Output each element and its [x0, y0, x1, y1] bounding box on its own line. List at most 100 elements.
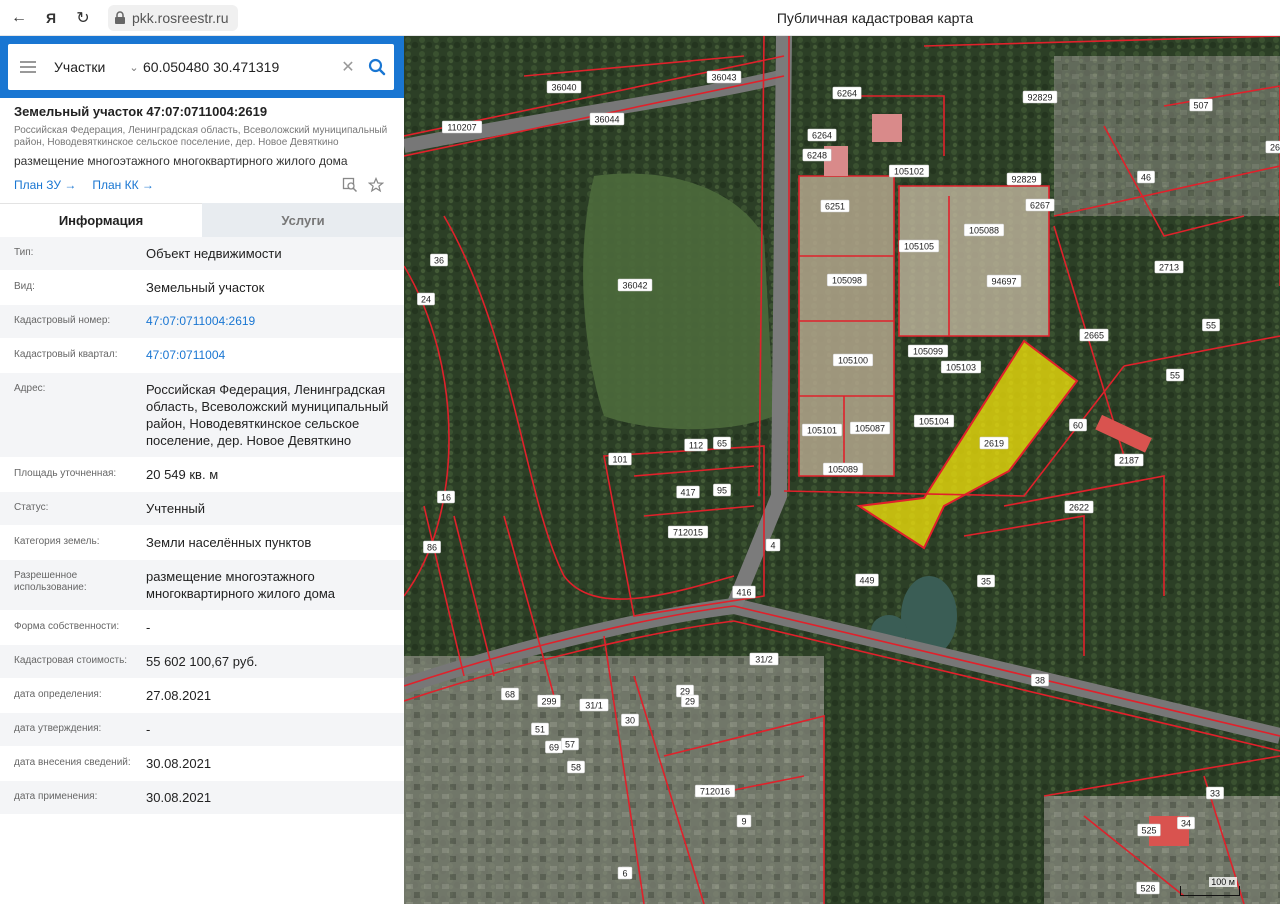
category-select[interactable]: Участки ⌄	[48, 59, 143, 75]
clear-icon[interactable]: ✕	[336, 57, 360, 77]
tab-services[interactable]: Услуги	[202, 203, 404, 237]
plan-kk-link[interactable]: План КК →	[92, 178, 154, 192]
parcel-label[interactable]: 417	[676, 485, 700, 499]
yandex-logo-icon[interactable]: Я	[40, 7, 62, 29]
svg-text:712016: 712016	[700, 787, 730, 797]
svg-text:6248: 6248	[807, 151, 827, 161]
parcel-label[interactable]: 526	[1136, 881, 1160, 895]
star-icon[interactable]	[368, 177, 384, 193]
parcel-label[interactable]: 24	[417, 292, 435, 306]
attribute-value-link[interactable]: 47:07:0711004	[146, 339, 390, 372]
parcel-label[interactable]: 712015	[667, 525, 709, 539]
parcel-label[interactable]: 33	[1206, 786, 1224, 800]
cadastral-map[interactable]: 36043 36040 6264 92829 507 110207 36044 6264 624…	[404, 36, 1280, 904]
search-box: Участки ⌄ 60.050480 30.471319 ✕	[8, 44, 394, 90]
parcel-label[interactable]: 105088	[963, 223, 1005, 237]
zoom-to-object-icon[interactable]	[342, 177, 358, 193]
parcel-label[interactable]: 4	[765, 538, 781, 552]
parcel-label[interactable]: 36042	[617, 278, 653, 292]
plan-zu-link[interactable]: План ЗУ →	[14, 178, 76, 192]
parcel-label[interactable]: 712016	[694, 784, 736, 798]
parcel-label[interactable]: 416	[732, 585, 756, 599]
parcel-label[interactable]: 2187	[1114, 453, 1144, 467]
parcel-label[interactable]: 92829	[1022, 90, 1058, 104]
parcel-label[interactable]: 6	[617, 866, 633, 880]
parcel-label[interactable]: 525	[1137, 823, 1161, 837]
parcel-label[interactable]: 6267	[1025, 198, 1055, 212]
parcel-label[interactable]: 69	[545, 740, 563, 754]
parcel-label[interactable]: 6248	[802, 148, 832, 162]
reload-icon[interactable]: ↻	[72, 7, 94, 29]
parcel-label[interactable]: 58	[567, 760, 585, 774]
parcel-label[interactable]: 101	[608, 452, 632, 466]
parcel-label[interactable]: 507	[1189, 98, 1213, 112]
parcel-label[interactable]: 34	[1177, 816, 1195, 830]
attribute-value: Земельный участок	[146, 280, 265, 295]
parcel-label[interactable]: 94697	[986, 274, 1022, 288]
parcel-label[interactable]: 2622	[1064, 500, 1094, 514]
parcel-label[interactable]: 105102	[888, 164, 930, 178]
parcel-label[interactable]: 35	[977, 574, 995, 588]
parcel-label[interactable]: 105101	[801, 423, 843, 437]
parcel-label[interactable]: 55	[1166, 368, 1184, 382]
search-button[interactable]	[360, 44, 394, 90]
parcel-label[interactable]: 36	[430, 253, 448, 267]
attribute-value: Земли населённых пунктов	[146, 535, 312, 550]
parcel-label[interactable]: 36044	[589, 112, 625, 126]
svg-text:92829: 92829	[1027, 93, 1052, 103]
parcel-label[interactable]: 86	[423, 540, 441, 554]
parcel-label[interactable]: 16	[437, 490, 455, 504]
parcel-label[interactable]: 299	[537, 694, 561, 708]
search-bar: Участки ⌄ 60.050480 30.471319 ✕ ❮	[0, 36, 404, 98]
parcel-label[interactable]: 30	[621, 713, 639, 727]
parcel-label[interactable]: 46	[1137, 170, 1155, 184]
parcel-label[interactable]: 105098	[826, 273, 868, 287]
parcel-label[interactable]: 110207	[441, 120, 483, 134]
parcel-label[interactable]: 105099	[907, 344, 949, 358]
parcel-label[interactable]: 95	[713, 483, 731, 497]
parcel-label[interactable]: 51	[531, 722, 549, 736]
parcel-label[interactable]: 31/2	[749, 652, 779, 666]
back-arrow-icon[interactable]: ←	[8, 7, 30, 29]
parcel-label[interactable]: 57	[561, 737, 579, 751]
tab-info[interactable]: Информация	[0, 203, 202, 237]
parcel-label[interactable]: 31/1	[579, 698, 609, 712]
parcel-label[interactable]: 105105	[898, 239, 940, 253]
parcel-label[interactable]: 2634	[1265, 140, 1280, 154]
parcel-label[interactable]: 105089	[822, 462, 864, 476]
parcel-label[interactable]: 105100	[832, 353, 874, 367]
parcel-label[interactable]: 2713	[1154, 260, 1184, 274]
parcel-label[interactable]: 9	[736, 814, 752, 828]
parcel-label[interactable]: 29	[681, 694, 699, 708]
svg-text:55: 55	[1206, 321, 1216, 331]
selected-parcel-label[interactable]: 2619	[979, 436, 1009, 450]
address-bar[interactable]: pkk.rosreestr.ru	[108, 4, 239, 31]
parcel-label[interactable]: 38	[1031, 673, 1049, 687]
map-canvas[interactable]: 36043360406264 92829507110207360446264624…	[404, 36, 1280, 904]
parcel-label[interactable]: 6264	[807, 128, 837, 142]
parcel-label[interactable]: 105087	[849, 421, 891, 435]
parcel-label[interactable]: 6251	[820, 199, 850, 213]
browser-toolbar: ← Я ↻ pkk.rosreestr.ru	[0, 0, 1280, 36]
parcel-label[interactable]: 105104	[913, 414, 955, 428]
attribute-value-link[interactable]: 47:07:0711004:2619	[146, 305, 390, 338]
parcel-label[interactable]: 2665	[1079, 328, 1109, 342]
svg-text:105102: 105102	[894, 167, 924, 177]
parcel-label[interactable]: 36040	[546, 80, 582, 94]
parcel-label[interactable]: 65	[713, 436, 731, 450]
menu-icon[interactable]	[8, 44, 48, 90]
svg-text:105105: 105105	[904, 242, 934, 252]
parcel-label[interactable]: 36043	[706, 70, 742, 84]
svg-text:6: 6	[622, 869, 627, 879]
attribute-label: Разрешенное использование:	[14, 570, 87, 593]
parcel-label[interactable]: 55	[1202, 318, 1220, 332]
parcel-label[interactable]: 92829	[1006, 172, 1042, 186]
parcel-label[interactable]: 449	[855, 573, 879, 587]
parcel-label[interactable]: 68	[501, 687, 519, 701]
svg-text:105088: 105088	[969, 226, 999, 236]
parcel-label[interactable]: 105103	[940, 360, 982, 374]
parcel-label[interactable]: 112	[684, 438, 708, 452]
parcel-label[interactable]: 60	[1069, 418, 1087, 432]
parcel-label[interactable]: 6264	[832, 86, 862, 100]
search-input[interactable]: 60.050480 30.471319	[143, 59, 336, 75]
